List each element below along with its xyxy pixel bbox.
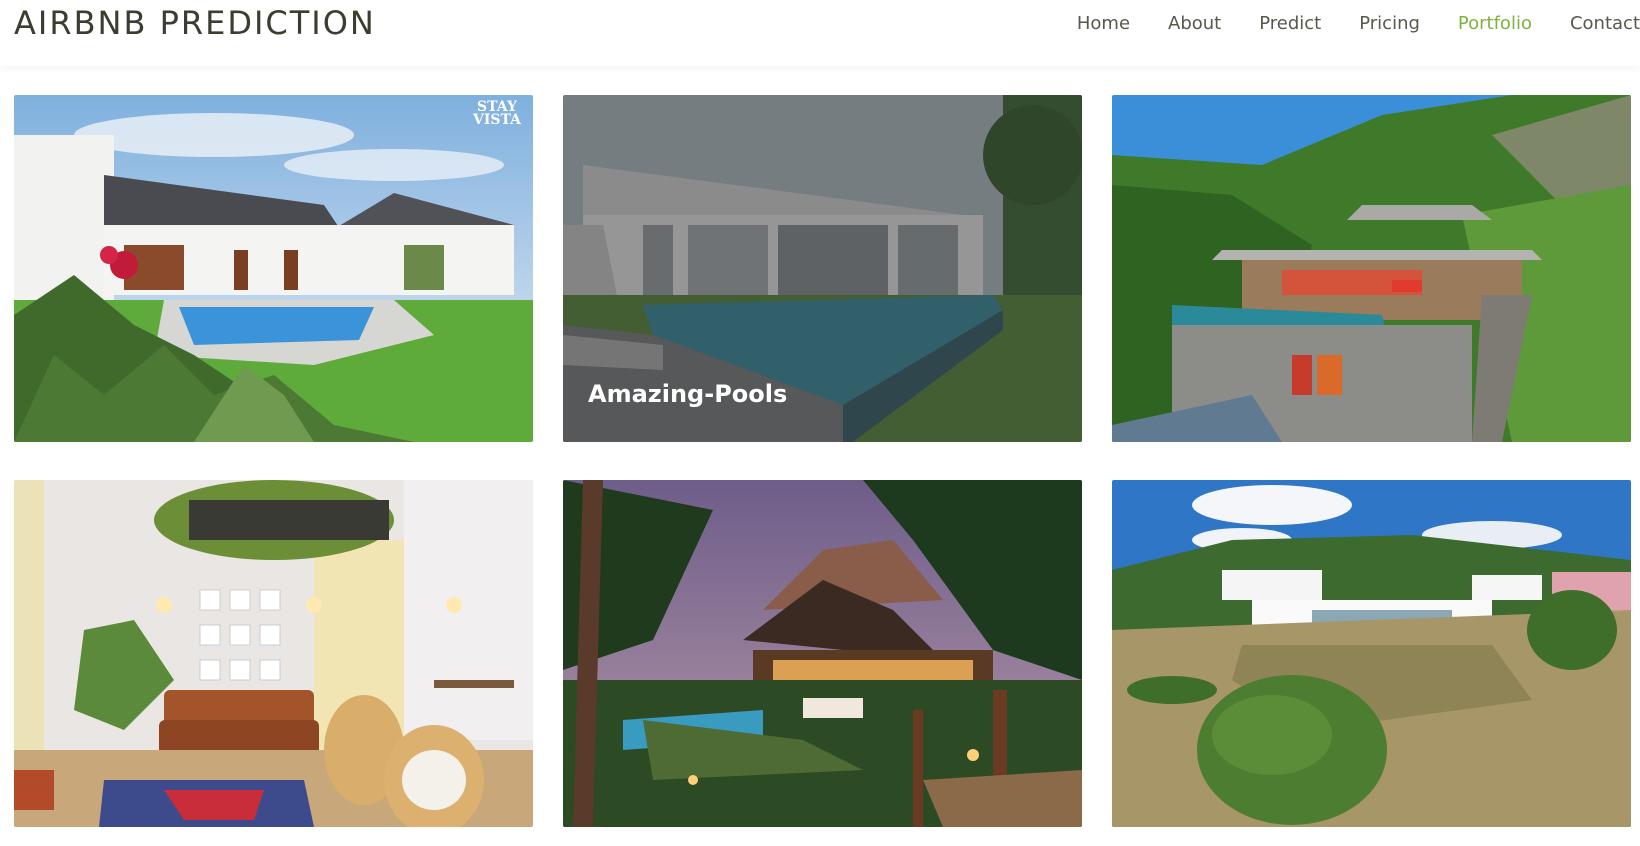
nav-predict[interactable]: Predict (1259, 11, 1321, 37)
stay-vista-watermark: STAY VISTA (472, 99, 521, 128)
nav-contact[interactable]: Contact (1570, 11, 1640, 37)
portfolio-item-lawn-villa[interactable] (1112, 480, 1631, 827)
card-caption: Amazing-Pools (588, 380, 788, 408)
main-nav: Home About Predict Pricing Portfolio Con… (1039, 11, 1640, 37)
nav-pricing[interactable]: Pricing (1359, 11, 1420, 37)
living-room-image (14, 480, 533, 827)
portfolio-item-hillside-house[interactable] (1112, 95, 1631, 442)
brand-title[interactable]: AIRBNB PREDICTION (14, 3, 376, 43)
top-navbar: AIRBNB PREDICTION Home About Predict Pri… (0, 0, 1640, 66)
hillside-house-image (1112, 95, 1631, 442)
nav-portfolio[interactable]: Portfolio (1458, 11, 1532, 37)
nav-home[interactable]: Home (1077, 11, 1130, 37)
villa-pool-image (14, 95, 533, 442)
lawn-villa-image (1112, 480, 1631, 827)
nav-about[interactable]: About (1168, 11, 1221, 37)
portfolio-item-living-room[interactable] (14, 480, 533, 827)
tropical-resort-image (563, 480, 1082, 827)
portfolio-item-villa-pool[interactable]: STAY VISTA (14, 95, 533, 442)
portfolio-item-tropical-resort[interactable] (563, 480, 1082, 827)
portfolio-item-amazing-pools[interactable]: Amazing-Pools (563, 95, 1082, 442)
